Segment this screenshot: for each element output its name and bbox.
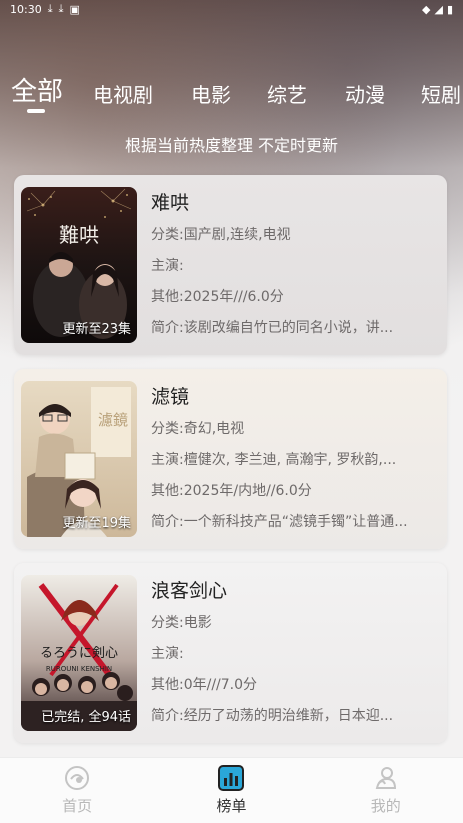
ranking-list: 難哄 更新至23集 难哄 分类:国产剧,连续,电视 主演: 其他:2025年//… bbox=[14, 175, 447, 757]
item-category: 分类:电影 bbox=[151, 615, 212, 631]
poster-image: 濾鏡 更新至19集 bbox=[21, 381, 137, 537]
nav-profile-label: 我的 bbox=[370, 797, 401, 815]
active-tab-indicator bbox=[27, 109, 45, 113]
item-info: 滤镜 分类:奇幻,电视 主演:檀健次, 李兰迪, 高瀚宇, 罗秋韵,... 其他… bbox=[151, 383, 441, 538]
battery-icon: ▮ bbox=[446, 2, 453, 16]
item-cast: 主演: bbox=[151, 258, 184, 274]
app-notification-icon: ▣ bbox=[69, 2, 80, 16]
nav-home[interactable]: 首页 bbox=[17, 765, 137, 816]
status-time: 10:30 bbox=[10, 2, 42, 16]
nav-home-label: 首页 bbox=[62, 797, 93, 815]
item-other: 其他:2025年/内地//6.0分 bbox=[151, 483, 312, 499]
tab-short[interactable]: 短剧 bbox=[421, 79, 461, 114]
item-title: 难哄 bbox=[151, 192, 190, 214]
signal-icon: ◢ bbox=[434, 2, 443, 16]
episode-badge: 更新至23集 bbox=[62, 322, 131, 337]
item-title: 浪客剑心 bbox=[151, 580, 228, 602]
item-intro: 简介:该剧改编自竹已的同名小说，讲... bbox=[151, 320, 394, 336]
item-intro: 简介:一个新科技产品“滤镜手镯”让普通... bbox=[151, 514, 408, 530]
svg-text:るろうに剣心: るろうに剣心 bbox=[40, 646, 118, 661]
bottom-navigation: 首页 榜单 我的 bbox=[0, 757, 463, 823]
poster-image: 難哄 更新至23集 bbox=[21, 187, 137, 343]
list-item[interactable]: るろうに剣心 RUROUNI KENSHIN 已完结, 全94话 浪客剑心 分类… bbox=[14, 563, 447, 743]
tab-variety[interactable]: 综艺 bbox=[267, 79, 307, 114]
item-category: 分类:国产剧,连续,电视 bbox=[151, 227, 291, 243]
nav-ranking-label: 榜单 bbox=[216, 797, 247, 815]
item-cast: 主演: bbox=[151, 646, 184, 662]
download-icon: ⤓ bbox=[47, 2, 53, 15]
item-category: 分类:奇幻,电视 bbox=[151, 421, 245, 437]
episode-badge: 已完结, 全94话 bbox=[41, 710, 131, 725]
item-other: 其他:2025年///6.0分 bbox=[151, 289, 284, 305]
list-item[interactable]: 濾鏡 更新至19集 滤镜 分类:奇幻,电视 主演:檀健次, 李兰迪, 高瀚宇, … bbox=[14, 369, 447, 549]
svg-text:難哄: 難哄 bbox=[59, 223, 99, 247]
item-other: 其他:0年///7.0分 bbox=[151, 677, 258, 693]
tab-all[interactable]: 全部 bbox=[11, 71, 63, 114]
tab-anime[interactable]: 动漫 bbox=[345, 79, 385, 114]
tab-movie[interactable]: 电影 bbox=[191, 79, 231, 114]
home-icon bbox=[65, 766, 90, 790]
wifi-icon: ◆ bbox=[422, 2, 431, 16]
user-icon bbox=[375, 767, 396, 789]
list-item[interactable]: 難哄 更新至23集 难哄 分类:国产剧,连续,电视 主演: 其他:2025年//… bbox=[14, 175, 447, 355]
category-tabs: 全部 电视剧 电影 综艺 动漫 短剧 bbox=[0, 70, 463, 114]
episode-badge: 更新至19集 bbox=[62, 516, 131, 531]
nav-ranking[interactable]: 榜单 bbox=[171, 765, 291, 816]
status-bar: 10:30 ⤓ ⤓ ▣ ◆ ◢ ▮ bbox=[0, 0, 463, 18]
svg-text:濾鏡: 濾鏡 bbox=[98, 411, 128, 429]
item-info: 难哄 分类:国产剧,连续,电视 主演: 其他:2025年///6.0分 简介:该… bbox=[151, 189, 441, 344]
poster-image: るろうに剣心 RUROUNI KENSHIN 已完结, 全94话 bbox=[21, 575, 137, 731]
tab-tv[interactable]: 电视剧 bbox=[93, 79, 153, 114]
svg-text:RUROUNI KENSHIN: RUROUNI KENSHIN bbox=[46, 665, 112, 673]
item-cast: 主演:檀健次, 李兰迪, 高瀚宇, 罗秋韵,... bbox=[151, 452, 397, 468]
item-info: 浪客剑心 分类:电影 主演: 其他:0年///7.0分 简介:经历了动荡的明治维… bbox=[151, 577, 441, 732]
page-subtitle: 根据当前热度整理 不定时更新 bbox=[124, 136, 339, 155]
chart-icon bbox=[218, 765, 245, 791]
download-icon: ⤓ bbox=[58, 2, 64, 15]
item-title: 滤镜 bbox=[151, 386, 190, 408]
nav-profile[interactable]: 我的 bbox=[326, 765, 446, 816]
item-intro: 简介:经历了动荡的明治维新，日本迎... bbox=[151, 708, 394, 724]
